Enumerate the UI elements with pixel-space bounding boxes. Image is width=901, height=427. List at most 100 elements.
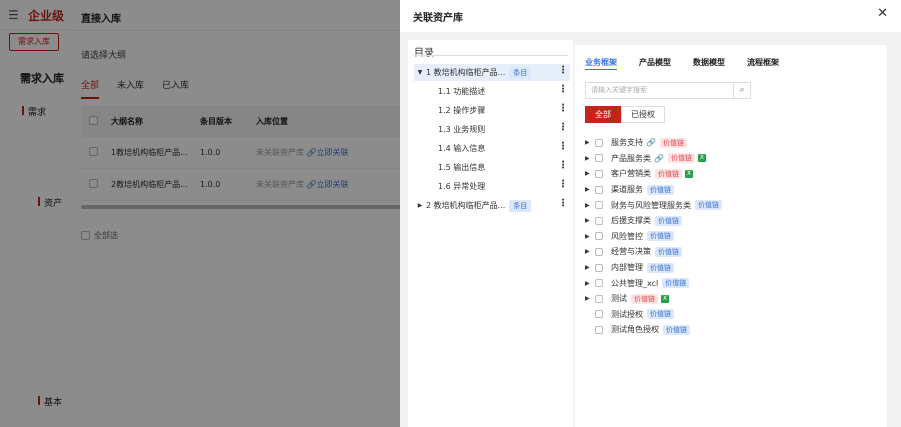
filter-authorized-button[interactable]: 已授权 xyxy=(621,106,665,123)
value-chain-tag: 价值链 xyxy=(631,293,658,304)
tree-item-label: 渠道服务 xyxy=(611,185,643,195)
caret-right-icon[interactable]: ▶ xyxy=(585,155,595,162)
tree-item-label: 测试角色授权 xyxy=(611,325,659,335)
value-chain-tag: 价值链 xyxy=(647,262,674,273)
item-checkbox[interactable] xyxy=(595,201,603,210)
tree-node[interactable]: ▶ 2 教培机构临柜产品... 条目 ⋮ xyxy=(414,197,570,214)
tree-node[interactable]: 1.4 输入信息 ⋮ xyxy=(414,140,570,157)
more-icon[interactable]: ⋮ xyxy=(558,142,568,152)
tab-process-framework[interactable]: 流程框架 xyxy=(747,57,779,70)
tree-item-label: 财务与风险管理服务类 xyxy=(611,200,691,210)
tree-item-label: 客户营销类 xyxy=(611,169,651,179)
tree-item[interactable]: 测试授权 价值链 xyxy=(585,307,722,323)
tree-item[interactable]: ▶ 后援支撑类 价值链 xyxy=(585,213,722,229)
tree-node[interactable]: 1.5 输出信息 ⋮ xyxy=(414,159,570,176)
excel-icon[interactable]: X xyxy=(661,294,669,303)
excel-icon[interactable]: X xyxy=(685,169,693,178)
value-chain-tag: 价值链 xyxy=(659,137,687,148)
more-icon[interactable]: ⋮ xyxy=(558,104,568,114)
excel-icon[interactable]: X xyxy=(697,154,706,163)
caret-right-icon[interactable]: ▶ xyxy=(414,202,426,209)
tree-item-label: 后援支撑类 xyxy=(611,216,651,226)
tree-item[interactable]: ▶ 内部管理 价值链 xyxy=(585,260,722,276)
tree-item-label: 公共管理_xcl xyxy=(611,278,659,288)
tree-item[interactable]: ▶ 服务支持 🔗 价值链 xyxy=(585,135,722,151)
caret-right-icon[interactable]: ▶ xyxy=(585,295,595,302)
search-input[interactable]: 请输入关键字搜索 ⌕ xyxy=(585,82,751,99)
item-tag: 条目 xyxy=(509,199,532,212)
value-chain-tag: 价值链 xyxy=(647,184,674,195)
caret-right-icon[interactable]: ▶ xyxy=(585,170,595,177)
tree-item-label: 产品服务类 xyxy=(611,153,651,163)
item-checkbox[interactable] xyxy=(595,310,603,319)
item-checkbox[interactable] xyxy=(595,294,603,303)
tree-item[interactable]: ▶ 公共管理_xcl 价值链 xyxy=(585,275,722,291)
tab-data-model[interactable]: 数据模型 xyxy=(693,57,725,70)
tree-item-label: 服务支持 xyxy=(611,138,643,148)
caret-right-icon[interactable]: ▶ xyxy=(585,202,595,209)
tree-node[interactable]: 1.3 业务规则 ⋮ xyxy=(414,121,570,138)
more-icon[interactable]: ⋮ xyxy=(558,123,568,133)
item-checkbox[interactable] xyxy=(595,185,603,194)
tree-item[interactable]: ▶ 测试 价值链 X xyxy=(585,291,722,307)
drawer-header: 关联资产库 ✕ xyxy=(400,0,901,32)
more-icon[interactable]: ⋮ xyxy=(558,199,568,209)
tab-product-model[interactable]: 产品模型 xyxy=(639,57,671,70)
item-checkbox[interactable] xyxy=(595,247,603,256)
directory-title: 目录 xyxy=(414,48,434,59)
more-icon[interactable]: ⋮ xyxy=(558,85,568,95)
more-icon[interactable]: ⋮ xyxy=(558,161,568,171)
item-checkbox[interactable] xyxy=(595,232,603,241)
caret-right-icon[interactable]: ▶ xyxy=(585,233,595,240)
filter-all-button[interactable]: 全部 xyxy=(585,106,621,123)
item-checkbox[interactable] xyxy=(595,325,603,334)
tree-node[interactable]: 1.6 异常处理 ⋮ xyxy=(414,178,570,195)
tree-item-label: 风险管控 xyxy=(611,231,643,241)
caret-right-icon[interactable]: ▶ xyxy=(585,217,595,224)
item-checkbox[interactable] xyxy=(595,154,603,163)
item-checkbox[interactable] xyxy=(595,263,603,272)
directory-panel: 目录 ▼ 1 教培机构临柜产品... 条目 ⋮ 1.1 功能描述 ⋮ 1.2 操作… xyxy=(408,40,573,427)
tree-item[interactable]: ▶ 客户营销类 价值链 X xyxy=(585,166,722,182)
tree-item-label: 测试授权 xyxy=(611,309,643,319)
divider xyxy=(414,55,568,56)
caret-right-icon[interactable]: ▶ xyxy=(585,139,595,146)
link-icon: 🔗 xyxy=(646,138,656,148)
caret-right-icon[interactable]: ▶ xyxy=(585,280,595,287)
value-chain-tag: 价值链 xyxy=(662,278,690,289)
tree-node[interactable]: 1.1 功能描述 ⋮ xyxy=(414,83,570,100)
item-tag: 条目 xyxy=(509,66,532,79)
more-icon[interactable]: ⋮ xyxy=(558,66,568,76)
tab-business-framework[interactable]: 业务框架 xyxy=(585,57,617,70)
item-checkbox[interactable] xyxy=(595,216,603,225)
asset-tree: ▶ 服务支持 🔗 价值链 ▶ 产品服务类 🔗 价值链 X ▶ 客户营销类 价值链 X ▶ 渠道服务 价值链 ▶ 财… xyxy=(585,135,722,338)
filter-buttons: 全部 已授权 xyxy=(585,106,665,123)
caret-right-icon[interactable]: ▶ xyxy=(585,264,595,271)
tree-item[interactable]: ▶ 风险管控 价值链 xyxy=(585,229,722,245)
tree-node[interactable]: ▼ 1 教培机构临柜产品... 条目 ⋮ xyxy=(414,64,570,81)
caret-right-icon[interactable]: ▶ xyxy=(585,186,595,193)
more-icon[interactable]: ⋮ xyxy=(558,180,568,190)
tree-item[interactable]: ▶ 财务与风险管理服务类 价值链 xyxy=(585,197,722,213)
value-chain-tag: 价值链 xyxy=(655,168,682,179)
modal-overlay[interactable] xyxy=(0,0,400,427)
tree-item-label: 经营与决策 xyxy=(611,247,651,257)
item-checkbox[interactable] xyxy=(595,279,603,288)
value-chain-tag: 价值链 xyxy=(655,246,682,257)
asset-library-drawer: 关联资产库 ✕ 目录 ▼ 1 教培机构临柜产品... 条目 ⋮ 1.1 功能描述… xyxy=(400,0,901,427)
tree-node[interactable]: 1.2 操作步骤 ⋮ xyxy=(414,102,570,119)
caret-down-icon[interactable]: ▼ xyxy=(414,69,426,76)
search-icon[interactable]: ⌕ xyxy=(733,83,750,98)
value-chain-tag: 价值链 xyxy=(655,215,682,226)
tree-item[interactable]: ▶ 渠道服务 价值链 xyxy=(585,182,722,198)
item-checkbox[interactable] xyxy=(595,138,603,147)
tree-item[interactable]: ▶ 产品服务类 🔗 价值链 X xyxy=(585,151,722,167)
tree-item-label: 内部管理 xyxy=(611,263,643,273)
tree-item[interactable]: 测试角色授权 价值链 xyxy=(585,322,722,338)
value-chain-tag: 价值链 xyxy=(695,200,722,211)
item-checkbox[interactable] xyxy=(595,169,603,178)
close-icon[interactable]: ✕ xyxy=(877,6,888,21)
drawer-title: 关联资产库 xyxy=(413,13,463,24)
tree-item[interactable]: ▶ 经营与决策 价值链 xyxy=(585,244,722,260)
caret-right-icon[interactable]: ▶ xyxy=(585,248,595,255)
